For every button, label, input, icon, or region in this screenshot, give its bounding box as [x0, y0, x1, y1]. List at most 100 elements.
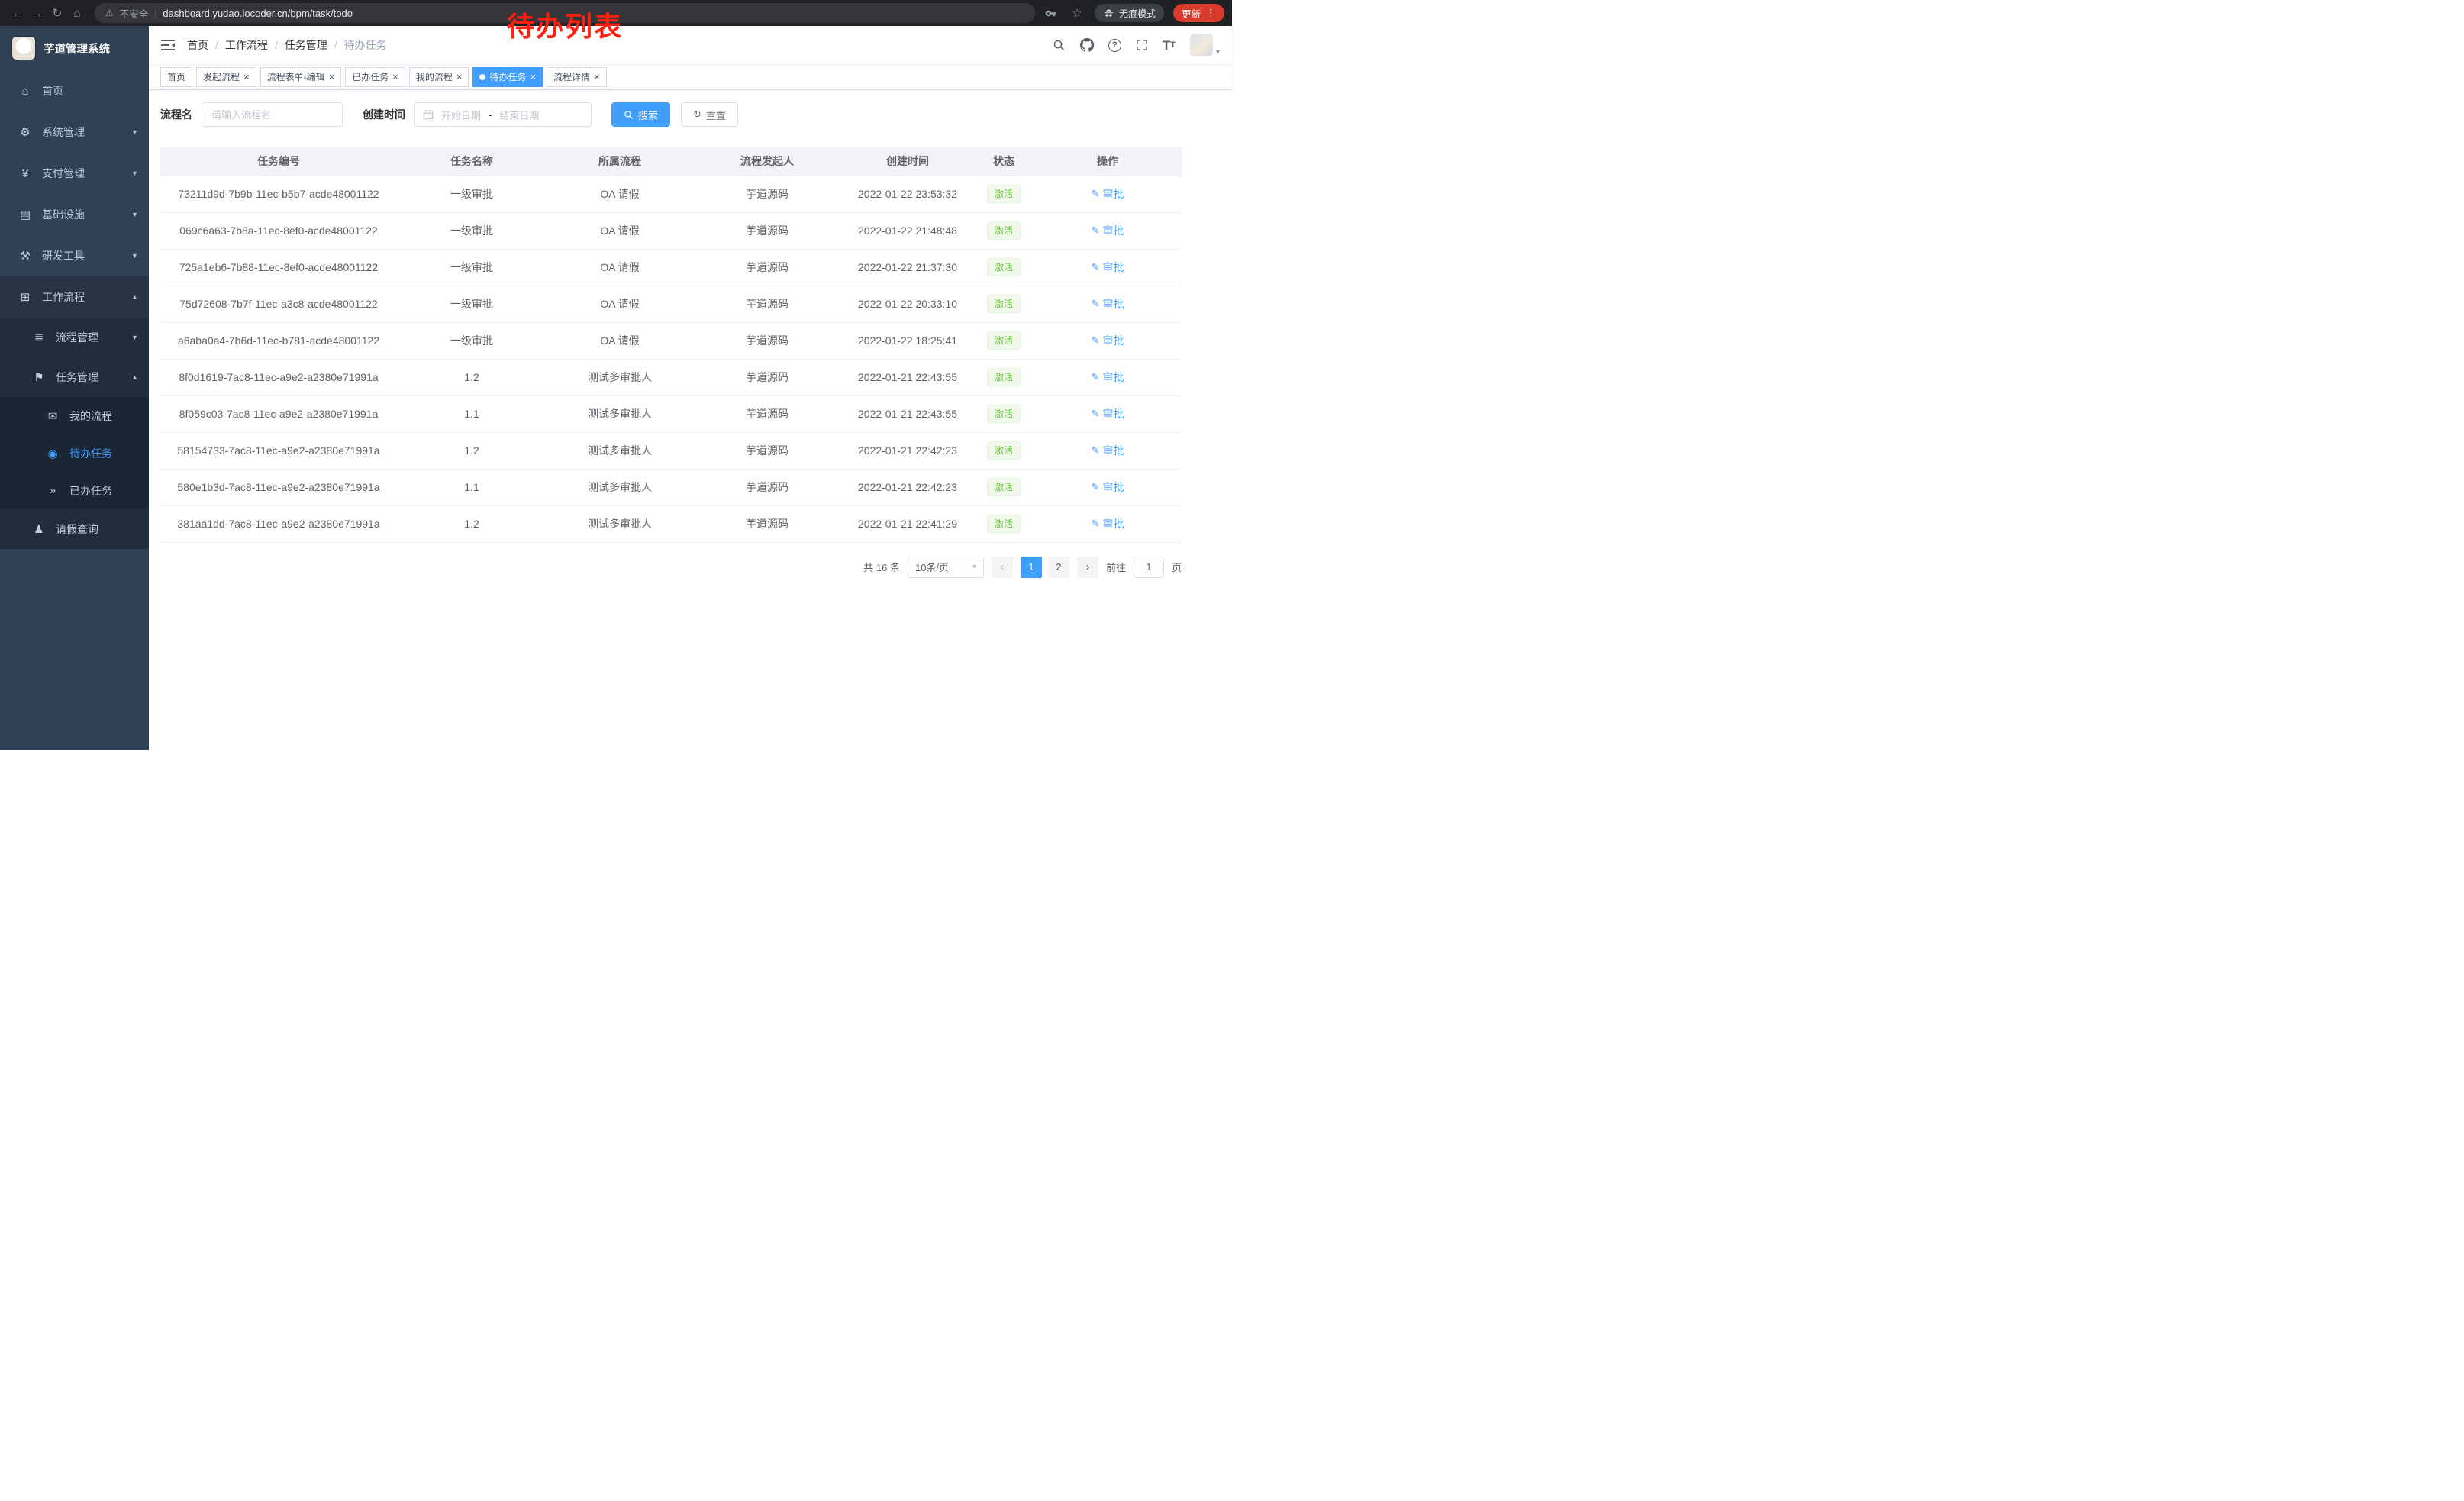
cell-status: 激活 — [974, 212, 1034, 249]
security-label[interactable]: 不安全 — [120, 6, 149, 21]
cell-task-name: 1.2 — [397, 505, 547, 542]
browser-update-button[interactable]: 更新 ⋮ — [1173, 4, 1224, 22]
tab[interactable]: 待办任务× — [472, 67, 543, 87]
close-icon[interactable]: × — [392, 72, 398, 82]
next-page-button[interactable]: › — [1077, 557, 1098, 578]
breadcrumb-task-management[interactable]: 任务管理 — [285, 37, 327, 53]
prev-page-button[interactable]: ‹ — [992, 557, 1013, 578]
search-button[interactable]: 搜索 — [611, 102, 670, 127]
user-avatar-menu[interactable]: ▾ — [1190, 34, 1220, 56]
avatar[interactable] — [1190, 34, 1213, 56]
page-button[interactable]: 2 — [1048, 557, 1069, 578]
sidebar-item-my-processes[interactable]: ✉ 我的流程 — [0, 397, 149, 434]
address-divider: | — [154, 8, 156, 18]
approve-link[interactable]: ✎ 审批 — [1092, 223, 1124, 238]
sidebar-item-todo-tasks[interactable]: ◉ 待办任务 — [0, 434, 149, 472]
sidebar-item-home[interactable]: ⌂ 首页 — [0, 70, 149, 111]
approve-link[interactable]: ✎ 审批 — [1092, 186, 1124, 202]
task-table: 任务编号 任务名称 所属流程 流程发起人 创建时间 状态 操作 73211d9d… — [160, 147, 1182, 543]
bookmark-star-icon[interactable]: ☆ — [1069, 3, 1085, 23]
tools-icon: ⚒ — [17, 249, 34, 263]
tab[interactable]: 首页 — [160, 67, 192, 87]
tab-label: 首页 — [167, 70, 185, 83]
end-date-placeholder[interactable]: 结束日期 — [499, 108, 539, 122]
breadcrumb-workflow[interactable]: 工作流程 — [225, 37, 268, 53]
app-logo[interactable]: 芋道管理系统 — [0, 26, 149, 70]
sidebar-item-done-tasks[interactable]: » 已办任务 — [0, 472, 149, 509]
sidebar-item-task-management[interactable]: ⚑ 任务管理 ▴ — [0, 357, 149, 397]
browser-reload-button[interactable]: ↻ — [47, 3, 67, 23]
github-icon[interactable] — [1080, 38, 1094, 52]
browser-forward-button[interactable]: → — [27, 3, 47, 23]
url-text[interactable]: dashboard.yudao.iocoder.cn/bpm/task/todo — [163, 8, 353, 19]
help-icon[interactable]: ? — [1108, 39, 1121, 52]
cell-action: ✎ 审批 — [1034, 212, 1182, 249]
breadcrumb-separator: / — [215, 39, 218, 51]
approve-link[interactable]: ✎ 审批 — [1092, 443, 1124, 458]
date-range-picker[interactable]: 开始日期 - 结束日期 — [414, 102, 592, 127]
sidebar-item-leave-query[interactable]: ♟ 请假查询 — [0, 509, 149, 549]
approve-link[interactable]: ✎ 审批 — [1092, 406, 1124, 421]
home-icon: ⌂ — [17, 85, 34, 98]
page-content: 流程名 创建时间 开始日期 - 结束日期 搜索 — [160, 90, 1182, 578]
cell-task-id: a6aba0a4-7b6d-11ec-b781-acde48001122 — [160, 322, 397, 359]
status-badge: 激活 — [987, 295, 1021, 313]
browser-home-button[interactable]: ⌂ — [67, 3, 87, 23]
password-key-icon[interactable] — [1043, 3, 1059, 23]
table-row: 8f0d1619-7ac8-11ec-a9e2-a2380e71991a 1.2… — [160, 359, 1182, 395]
refresh-icon: ↻ — [693, 108, 701, 121]
edit-icon: ✎ — [1092, 371, 1100, 383]
fullscreen-icon[interactable] — [1136, 39, 1148, 51]
table-row: 73211d9d-7b9b-11ec-b5b7-acde48001122 一级审… — [160, 176, 1182, 212]
chevron-down-icon: ▾ — [133, 128, 137, 137]
search-icon[interactable] — [1053, 39, 1066, 52]
close-icon[interactable]: × — [329, 72, 335, 82]
page-button[interactable]: 1 — [1021, 557, 1042, 578]
sidebar-item-label: 我的流程 — [69, 408, 112, 424]
close-icon[interactable]: × — [456, 72, 463, 82]
page-size-select[interactable]: 10条/页 ▾ — [908, 557, 984, 578]
sidebar-item-label: 系统管理 — [42, 124, 85, 140]
close-icon[interactable]: × — [530, 72, 536, 82]
tab[interactable]: 发起流程× — [196, 67, 256, 87]
sidebar-item-infrastructure[interactable]: ▤ 基础设施 ▾ — [0, 194, 149, 235]
browser-back-button[interactable]: ← — [8, 3, 27, 23]
approve-link[interactable]: ✎ 审批 — [1092, 516, 1124, 531]
edit-icon: ✎ — [1092, 261, 1100, 273]
close-icon[interactable]: × — [594, 72, 600, 82]
tab[interactable]: 我的流程× — [409, 67, 469, 87]
app-root: 芋道管理系统 ⌂ 首页 ⚙ 系统管理 ▾ ¥ 支付管理 ▾ ▤ 基础设施 ▾ ⚒… — [0, 26, 1232, 750]
approve-link[interactable]: ✎ 审批 — [1092, 370, 1124, 385]
header-status: 状态 — [974, 147, 1034, 176]
caret-down-icon: ▾ — [972, 563, 976, 571]
breadcrumb-home[interactable]: 首页 — [187, 37, 208, 53]
status-badge: 激活 — [987, 368, 1021, 386]
sidebar-collapse-button[interactable] — [161, 39, 175, 51]
tab[interactable]: 已办任务× — [345, 67, 405, 87]
cell-status: 激活 — [974, 359, 1034, 395]
reset-button[interactable]: ↻ 重置 — [681, 102, 738, 127]
sidebar-item-dev-tools[interactable]: ⚒ 研发工具 ▾ — [0, 235, 149, 276]
goto-page-input[interactable] — [1134, 557, 1164, 578]
close-icon[interactable]: × — [243, 72, 250, 82]
active-tab-dot — [479, 74, 485, 80]
approve-link[interactable]: ✎ 审批 — [1092, 296, 1124, 311]
cell-process: OA 请假 — [547, 176, 693, 212]
tab[interactable]: 流程表单-编辑× — [260, 67, 342, 87]
approve-link[interactable]: ✎ 审批 — [1092, 479, 1124, 495]
sidebar-item-process-management[interactable]: ≣ 流程管理 ▾ — [0, 318, 149, 357]
approve-label: 审批 — [1102, 296, 1124, 311]
start-date-placeholder[interactable]: 开始日期 — [441, 108, 481, 122]
cell-action: ✎ 审批 — [1034, 249, 1182, 286]
sidebar-item-workflow[interactable]: ⊞ 工作流程 ▴ — [0, 276, 149, 318]
sidebar-item-system[interactable]: ⚙ 系统管理 ▾ — [0, 111, 149, 153]
browser-menu-dots-icon[interactable]: ⋮ — [1206, 7, 1216, 19]
tab[interactable]: 流程详情× — [547, 67, 607, 87]
sidebar-item-payment[interactable]: ¥ 支付管理 ▾ — [0, 153, 149, 194]
sidebar-item-label: 工作流程 — [42, 289, 85, 305]
font-size-icon[interactable]: TT — [1163, 39, 1176, 52]
address-bar[interactable]: ⚠ 不安全 | dashboard.yudao.iocoder.cn/bpm/t… — [95, 3, 1035, 23]
approve-link[interactable]: ✎ 审批 — [1092, 333, 1124, 348]
process-name-input[interactable] — [202, 102, 343, 127]
approve-link[interactable]: ✎ 审批 — [1092, 260, 1124, 275]
